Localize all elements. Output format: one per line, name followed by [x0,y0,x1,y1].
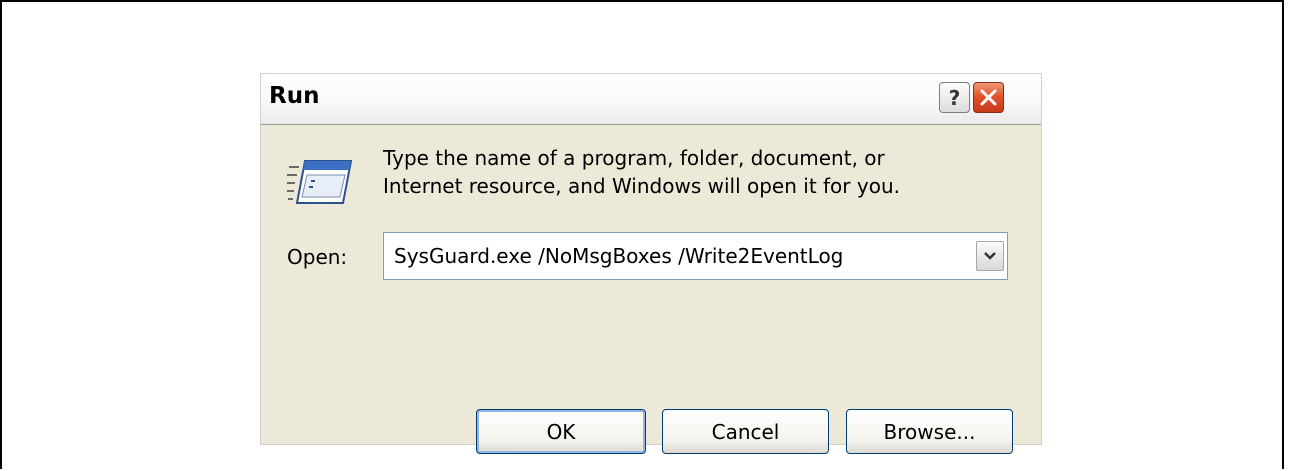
chevron-down-icon [984,252,996,260]
help-icon: ? [948,85,961,110]
description-line: Type the name of a program, folder, docu… [383,146,885,170]
open-input[interactable] [384,233,964,279]
run-description: Type the name of a program, folder, docu… [383,144,1023,200]
open-combobox[interactable] [383,232,1008,280]
run-dialog: Run ? Type the name of a program, folder… [260,73,1042,454]
close-icon [980,89,997,106]
open-dropdown-button[interactable] [976,241,1004,271]
cancel-button[interactable]: Cancel [662,409,829,454]
dialog-title: Run [269,83,320,109]
open-label: Open: [287,245,348,269]
run-program-icon [287,160,353,204]
help-button[interactable]: ? [939,82,970,113]
ok-button[interactable]: OK [476,409,646,454]
close-button[interactable] [973,82,1004,113]
title-bar[interactable]: Run ? [261,74,1041,125]
browse-button[interactable]: Browse... [846,409,1013,454]
description-line: Internet resource, and Windows will open… [383,174,900,198]
dialog-body: Type the name of a program, folder, docu… [261,125,1041,454]
